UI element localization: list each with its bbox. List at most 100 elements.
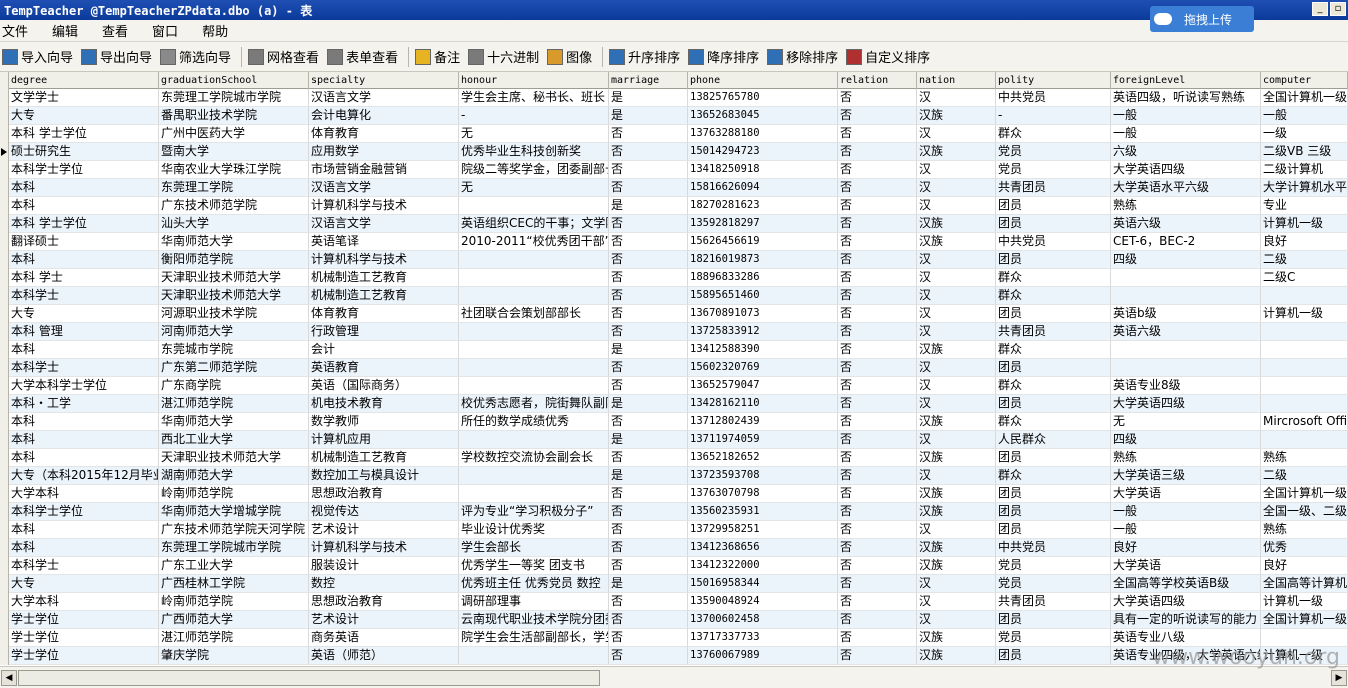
cell-honour[interactable]: 英语组织CEC的干事；文学院 (459, 215, 609, 233)
row-indicator[interactable] (0, 611, 9, 629)
cell-relation[interactable]: 否 (838, 611, 917, 629)
cell-honour[interactable]: 调研部理事 (459, 593, 609, 611)
cell-polity[interactable]: 共青团员 (996, 179, 1111, 197)
cell-marriage[interactable]: 否 (609, 593, 688, 611)
cell-honour[interactable]: 学校数控交流协会副会长 (459, 449, 609, 467)
cell-nation[interactable]: 汉 (917, 305, 996, 323)
cell-phone[interactable]: 15602320769 (688, 359, 838, 377)
cell-relation[interactable]: 否 (838, 305, 917, 323)
table-row[interactable]: 本科・工学湛江师范学院机电技术教育校优秀志愿者，院街舞队副队长是13428162… (0, 395, 1348, 413)
menu-window[interactable]: 窗口 (150, 21, 190, 40)
cell-foreignLevel[interactable]: 英语六级 (1111, 215, 1261, 233)
scroll-right-icon[interactable]: ▶ (1331, 670, 1347, 686)
cell-graduationSchool[interactable]: 华南师范大学 (159, 413, 309, 431)
table-row[interactable]: 翻译硕士 华南师范大学 英语笔译 2010-2011“校优秀团干部” 否 15626456… (0, 233, 1348, 251)
row-indicator[interactable] (0, 467, 9, 485)
cell-specialty[interactable]: 商务英语 (309, 629, 459, 647)
row-indicator[interactable] (0, 107, 9, 125)
row-indicator[interactable] (0, 197, 9, 215)
cell-graduationSchool[interactable]: 广东技术师范学院 (159, 197, 309, 215)
cell-computer[interactable]: 全国计算机一级 (1261, 611, 1348, 629)
row-indicator[interactable] (0, 647, 9, 665)
cell-marriage[interactable]: 否 (609, 125, 688, 143)
cell-degree[interactable]: 本科 (9, 521, 159, 539)
row-indicator[interactable] (0, 269, 9, 287)
cell-foreignLevel[interactable] (1111, 341, 1261, 359)
cell-relation[interactable]: 否 (838, 557, 917, 575)
cell-graduationSchool[interactable]: 湛江师范学院 (159, 395, 309, 413)
restore-button[interactable]: ▫ (1330, 2, 1346, 16)
cell-nation[interactable]: 汉族 (917, 413, 996, 431)
cell-graduationSchool[interactable]: 广西师范大学 (159, 611, 309, 629)
cell-foreignLevel[interactable]: 一般 (1111, 107, 1261, 125)
cell-graduationSchool[interactable]: 广州中医药大学 (159, 125, 309, 143)
table-row[interactable]: 大学本科学士学位 广东商学院 英语（国际商务）否 13652579047 否汉群众 英语专… (0, 377, 1348, 395)
cell-relation[interactable]: 否 (838, 323, 917, 341)
cell-phone[interactable]: 13652182652 (688, 449, 838, 467)
cell-computer[interactable]: 二级计算机 (1261, 161, 1348, 179)
toolbar-custom-sort-button[interactable]: 自定义排序 (844, 45, 936, 69)
cell-foreignLevel[interactable] (1111, 287, 1261, 305)
cell-honour[interactable]: 社团联合会策划部部长 (459, 305, 609, 323)
cell-polity[interactable]: 中共党员 (996, 89, 1111, 107)
row-indicator[interactable] (0, 161, 9, 179)
cell-nation[interactable]: 汉族 (917, 647, 996, 665)
cell-phone[interactable]: 13592818297 (688, 215, 838, 233)
cell-honour[interactable] (459, 485, 609, 503)
row-indicator[interactable] (0, 143, 9, 161)
cell-degree[interactable]: 学士学位 (9, 629, 159, 647)
cell-computer[interactable]: 二级C (1261, 269, 1348, 287)
cell-polity[interactable]: 团员 (996, 251, 1111, 269)
cell-relation[interactable]: 否 (838, 215, 917, 233)
toolbar-form-button[interactable]: 表单查看 (325, 45, 404, 69)
cell-polity[interactable]: 团员 (996, 395, 1111, 413)
cell-honour[interactable] (459, 323, 609, 341)
table-row[interactable]: 本科学士 天津职业技术师范大学 机械制造工艺教育否 15895651460 否汉群众 (0, 287, 1348, 305)
toolbar-sort-asc-button[interactable]: 升序排序 (607, 45, 686, 69)
cell-phone[interactable]: 13412322000 (688, 557, 838, 575)
column-header-phone[interactable]: phone (688, 72, 838, 89)
cell-phone[interactable]: 13717337733 (688, 629, 838, 647)
column-header-honour[interactable]: honour (459, 72, 609, 89)
cell-graduationSchool[interactable]: 东莞理工学院 (159, 179, 309, 197)
cell-foreignLevel[interactable] (1111, 359, 1261, 377)
row-indicator[interactable] (0, 341, 9, 359)
cell-phone[interactable]: 13825765780 (688, 89, 838, 107)
cell-phone[interactable]: 13412368656 (688, 539, 838, 557)
horizontal-scrollbar[interactable]: ◀ ▶ (0, 666, 1348, 688)
cell-graduationSchool[interactable]: 岭南师范学院 (159, 593, 309, 611)
cell-honour[interactable]: 所任的数学成绩优秀 (459, 413, 609, 431)
cell-specialty[interactable]: 计算机应用 (309, 431, 459, 449)
cell-marriage[interactable]: 是 (609, 467, 688, 485)
cell-degree[interactable]: 本科 (9, 197, 159, 215)
toolbar-note-button[interactable]: 备注 (413, 45, 466, 69)
table-row[interactable]: 本科 西北工业大学 计算机应用 是 13711974059 否汉人民群众 四级 (0, 431, 1348, 449)
column-header-polity[interactable]: polity (996, 72, 1111, 89)
cell-polity[interactable]: 团员 (996, 305, 1111, 323)
cell-degree[interactable]: 硕士研究生 (9, 143, 159, 161)
table-row[interactable]: 本科学士 广东工业大学 服装设计 优秀学生一等奖 团支书否 13412322000 否汉族… (0, 557, 1348, 575)
cell-graduationSchool[interactable]: 广东第二师范学院 (159, 359, 309, 377)
cell-marriage[interactable]: 否 (609, 485, 688, 503)
menu-view[interactable]: 查看 (100, 21, 140, 40)
cell-specialty[interactable]: 思想政治教育 (309, 485, 459, 503)
cell-nation[interactable]: 汉 (917, 611, 996, 629)
row-indicator[interactable] (0, 125, 9, 143)
cell-specialty[interactable]: 机械制造工艺教育 (309, 269, 459, 287)
cell-marriage[interactable]: 否 (609, 143, 688, 161)
cell-relation[interactable]: 否 (838, 233, 917, 251)
cell-computer[interactable]: 大学计算机水平 (1261, 179, 1348, 197)
cell-phone[interactable]: 13760067989 (688, 647, 838, 665)
row-indicator[interactable] (0, 503, 9, 521)
cell-degree[interactable]: 学士学位 (9, 611, 159, 629)
cell-nation[interactable]: 汉 (917, 125, 996, 143)
row-indicator[interactable] (0, 233, 9, 251)
cell-polity[interactable]: 团员 (996, 449, 1111, 467)
row-indicator[interactable] (0, 431, 9, 449)
cell-polity[interactable]: 群众 (996, 467, 1111, 485)
cell-nation[interactable]: 汉族 (917, 503, 996, 521)
cell-foreignLevel[interactable]: 良好 (1111, 539, 1261, 557)
column-header-computer[interactable]: computer (1261, 72, 1348, 89)
cell-graduationSchool[interactable]: 湖南师范大学 (159, 467, 309, 485)
cell-degree[interactable]: 本科 (9, 431, 159, 449)
